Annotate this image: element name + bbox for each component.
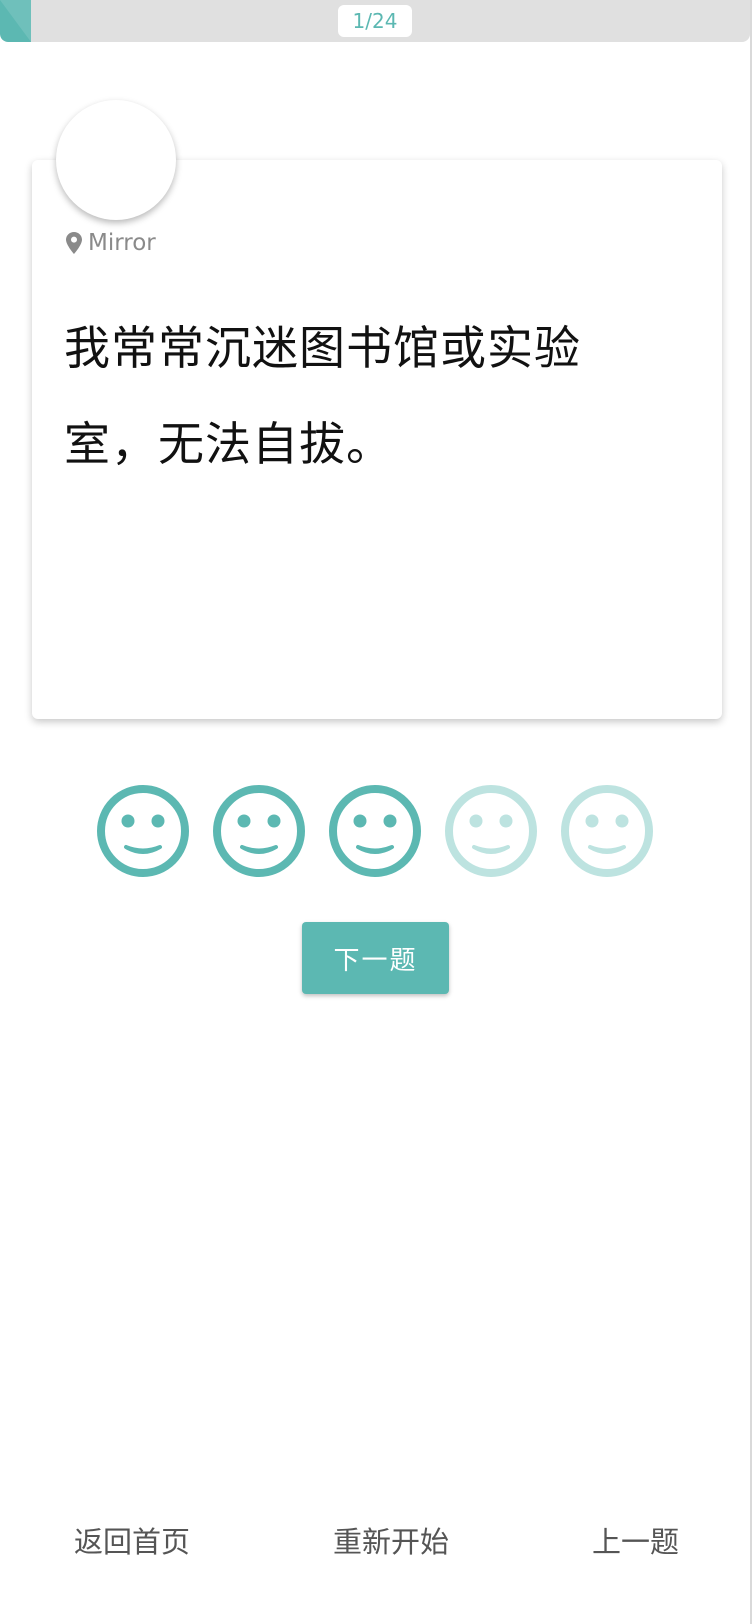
progress-fill	[0, 0, 31, 42]
progress-bar: 1/24	[0, 0, 750, 42]
next-question-button[interactable]: 下一题	[302, 922, 449, 994]
restart-link[interactable]: 重新开始	[333, 1520, 449, 1564]
rating-option-5[interactable]	[560, 784, 654, 878]
avatar	[56, 100, 176, 220]
smiley-face-icon	[97, 785, 189, 877]
rating-scale	[96, 784, 656, 878]
home-link[interactable]: 返回首页	[74, 1520, 190, 1564]
rating-option-4[interactable]	[444, 784, 538, 878]
map-pin-icon	[66, 232, 82, 254]
rating-option-2[interactable]	[212, 784, 306, 878]
question-line-1: 我常常沉迷图书馆或实验	[64, 321, 581, 375]
progress-label: 1/24	[338, 5, 412, 37]
rating-option-3[interactable]	[328, 784, 422, 878]
question-text: 我常常沉迷图书馆或实验 室，无法自拔。	[64, 300, 664, 492]
smiley-face-icon	[213, 785, 305, 877]
location-tag: Mirror	[66, 228, 156, 258]
location-label: Mirror	[88, 230, 156, 256]
previous-question-link[interactable]: 上一题	[592, 1520, 679, 1564]
rating-option-1[interactable]	[96, 784, 190, 878]
smiley-face-icon	[445, 785, 537, 877]
smiley-face-icon	[561, 785, 653, 877]
question-line-2: 室，无法自拔。	[64, 417, 393, 471]
smiley-face-icon	[329, 785, 421, 877]
